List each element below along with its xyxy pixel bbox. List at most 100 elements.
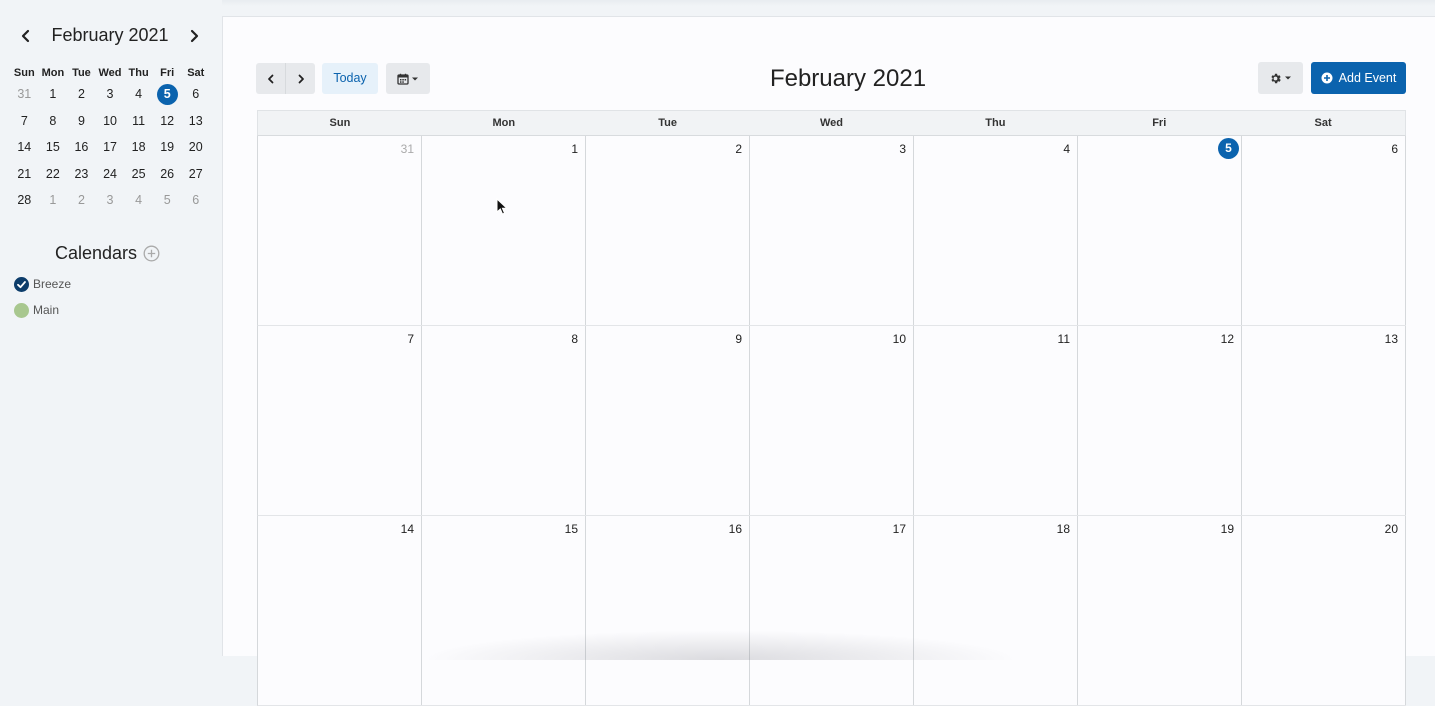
mini-day-number: 16: [74, 140, 89, 155]
day-cell[interactable]: 6: [1242, 136, 1406, 325]
mini-day-number: 3: [106, 87, 114, 102]
mini-day[interactable]: 3: [96, 193, 125, 207]
calendars-header: Calendars: [0, 241, 222, 265]
calendar-item-main[interactable]: Main: [14, 301, 59, 319]
day-cell[interactable]: 5: [1078, 136, 1242, 325]
day-cell[interactable]: 15: [422, 516, 586, 705]
day-number: 12: [1220, 332, 1234, 346]
mini-day[interactable]: 16: [67, 140, 96, 154]
weekday-header: Sun Mon Tue Wed Thu Fri Sat: [257, 110, 1406, 136]
day-cell[interactable]: 11: [914, 326, 1078, 515]
mini-day[interactable]: 6: [181, 87, 210, 101]
mini-day[interactable]: 12: [153, 114, 182, 128]
mini-day[interactable]: 26: [153, 167, 182, 181]
mini-day[interactable]: 4: [124, 193, 153, 207]
mini-day[interactable]: 4: [124, 87, 153, 101]
mini-day[interactable]: 20: [181, 140, 210, 154]
calendar-item-breeze[interactable]: Breeze: [14, 275, 71, 293]
mini-day[interactable]: 19: [153, 140, 182, 154]
day-cell[interactable]: 9: [586, 326, 750, 515]
mini-day[interactable]: 6: [181, 193, 210, 207]
add-event-button[interactable]: Add Event: [1311, 62, 1406, 94]
mini-day[interactable]: 28: [10, 193, 39, 207]
mini-day-number: 24: [103, 166, 117, 181]
mini-day[interactable]: 22: [39, 167, 68, 181]
mini-day[interactable]: 9: [67, 114, 96, 128]
mini-day[interactable]: 18: [124, 140, 153, 154]
mini-day[interactable]: 23: [67, 167, 96, 181]
mini-day[interactable]: 8: [39, 114, 68, 128]
day-cell[interactable]: 14: [258, 516, 422, 705]
day-cell[interactable]: 2: [586, 136, 750, 325]
plus-circle-icon: [143, 245, 160, 262]
day-number: 9: [735, 332, 742, 346]
day-cell[interactable]: 16: [586, 516, 750, 705]
mini-day[interactable]: 7: [10, 114, 39, 128]
mini-week-row: 31 1 2 3 4 5 6: [10, 81, 210, 108]
mini-day-number: 25: [131, 166, 146, 181]
mini-weekday-label: Wed: [98, 67, 122, 79]
mini-day-number: 5: [163, 193, 171, 208]
day-cell[interactable]: 7: [258, 326, 422, 515]
mini-day[interactable]: 31: [10, 87, 39, 101]
day-number: 15: [564, 522, 578, 536]
weekday-label: Mon: [492, 117, 516, 129]
mini-day[interactable]: 1: [39, 87, 68, 101]
day-number: 1: [571, 142, 578, 156]
mini-day-number: 1: [49, 193, 57, 208]
mini-day[interactable]: 21: [10, 167, 39, 181]
day-cell[interactable]: 13: [1242, 326, 1406, 515]
day-number: 3: [899, 142, 906, 156]
mini-day[interactable]: 3: [96, 87, 125, 101]
mini-next-month-button[interactable]: [184, 26, 204, 46]
week-row: 7 8 9 10 11 12 13: [257, 326, 1406, 516]
settings-button[interactable]: [1258, 62, 1303, 94]
sidebar: February 2021 Sun Mon Tue Wed Thu Fri Sat 31 1 2 3…: [0, 0, 222, 655]
day-number: 17: [892, 522, 906, 536]
mini-day-number: 9: [77, 113, 85, 128]
mini-day[interactable]: 2: [67, 193, 96, 207]
mini-weekday-label: Mon: [41, 67, 65, 79]
mini-day-number: 28: [17, 193, 32, 208]
mini-weekday-header: Sun Mon Tue Wed Thu Fri Sat: [10, 66, 210, 80]
mini-day[interactable]: 10: [96, 114, 125, 128]
day-cell[interactable]: 31: [258, 136, 422, 325]
day-cell[interactable]: 12: [1078, 326, 1242, 515]
mini-week-row: 28 1 2 3 4 5 6: [10, 187, 210, 214]
mini-day[interactable]: 15: [39, 140, 68, 154]
mini-day[interactable]: 13: [181, 114, 210, 128]
day-number: 4: [1063, 142, 1070, 156]
calendar-item-label: Breeze: [33, 277, 72, 291]
mini-day[interactable]: 24: [96, 167, 125, 181]
mini-day[interactable]: 25: [124, 167, 153, 181]
color-dot-icon: [14, 302, 29, 318]
mini-calendar-header: February 2021: [0, 22, 222, 50]
mini-day[interactable]: 11: [124, 114, 153, 128]
day-cell[interactable]: 10: [750, 326, 914, 515]
mini-day[interactable]: 27: [181, 167, 210, 181]
mini-day[interactable]: 2: [67, 87, 96, 101]
day-cell[interactable]: 1: [422, 136, 586, 325]
mini-weekday-label: Sun: [13, 67, 35, 79]
day-cell[interactable]: 20: [1242, 516, 1406, 705]
mini-day-number: 21: [17, 166, 32, 181]
mini-day-number: 2: [77, 87, 85, 102]
mini-day-today[interactable]: 5: [153, 83, 182, 105]
mini-week-row: 14 15 16 17 18 19 20: [10, 134, 210, 161]
mini-day[interactable]: 5: [153, 193, 182, 207]
day-cell[interactable]: 8: [422, 326, 586, 515]
mini-day[interactable]: 1: [39, 193, 68, 207]
mini-day[interactable]: 17: [96, 140, 125, 154]
mini-day[interactable]: 14: [10, 140, 39, 154]
day-cell[interactable]: 4: [914, 136, 1078, 325]
day-number: 6: [1391, 142, 1398, 156]
day-cell[interactable]: 17: [750, 516, 914, 705]
day-cell[interactable]: 3: [750, 136, 914, 325]
day-cell[interactable]: 18: [914, 516, 1078, 705]
add-calendar-button[interactable]: [143, 245, 160, 262]
day-cell[interactable]: 19: [1078, 516, 1242, 705]
calendars-title: Calendars: [55, 243, 138, 263]
mini-weekday-label: Fri: [160, 67, 175, 79]
gear-icon: [1271, 73, 1281, 83]
plus-circle-icon: [1321, 72, 1333, 84]
